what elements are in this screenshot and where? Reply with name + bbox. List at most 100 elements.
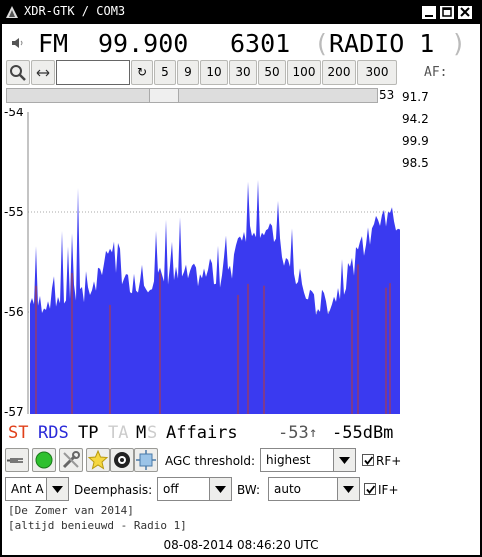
app-window: XDR-GTK / COM3 FM 99.900 6301 ( RADIO 1 … <box>0 0 482 557</box>
main-panel: FM 99.900 6301 ( RADIO 1 ) ↻ 5 9 10 30 5… <box>2 24 480 555</box>
pty-label: Affairs <box>166 423 238 443</box>
deemphasis-select[interactable]: off <box>157 477 232 501</box>
bandwidth-select[interactable]: auto <box>268 477 360 501</box>
step-200-button[interactable]: 200 <box>322 60 356 85</box>
reset-button[interactable]: ↻ <box>131 60 153 85</box>
control-row-agc: AGC threshold: highest RF+ <box>2 446 480 474</box>
signal-trend-arrow: ↑ <box>309 425 318 441</box>
speech-flag: S <box>147 423 158 443</box>
radiotext-line-1: [De Zomer van 2014] <box>8 504 134 517</box>
pattern-button[interactable] <box>134 448 158 472</box>
frequency-display[interactable]: 99.900 <box>98 29 188 59</box>
minimize-button[interactable] <box>421 5 437 20</box>
tuning-toolbar: ↻ 5 9 10 30 50 100 200 300 AF: <box>2 60 480 86</box>
deemphasis-select-value: off <box>163 482 179 496</box>
step-100-button[interactable]: 100 <box>287 60 321 85</box>
speaker-icon[interactable] <box>11 36 25 50</box>
signal-dbm: -55dBm <box>332 423 394 443</box>
band-label[interactable]: FM <box>38 29 68 59</box>
signal-level-short: -53 <box>278 423 309 443</box>
app-icon <box>6 6 18 18</box>
step-9-button[interactable]: 9 <box>177 60 199 85</box>
step-50-button[interactable]: 50 <box>258 60 286 85</box>
magnifier-icon <box>10 65 26 81</box>
search-button[interactable] <box>6 60 30 85</box>
deemphasis-dropdown-arrow[interactable] <box>209 478 231 500</box>
tools-icon <box>62 451 80 469</box>
y-tick-label: -57 <box>4 405 24 418</box>
favorites-button[interactable] <box>86 448 110 472</box>
signal-graph[interactable]: -54 -55 -56 -57 <box>2 108 402 418</box>
chevron-down-icon <box>343 486 354 493</box>
connect-button[interactable] <box>5 448 29 472</box>
rf-plus-checkbox[interactable] <box>362 454 374 466</box>
chevron-down-icon <box>215 486 226 493</box>
window-title: XDR-GTK / COM3 <box>24 4 126 18</box>
ps-bracket-close: ) <box>451 29 467 58</box>
scan-button[interactable] <box>110 448 134 472</box>
signal-handle[interactable] <box>149 89 179 102</box>
agc-dropdown-arrow[interactable] <box>333 449 355 471</box>
signal-scale[interactable] <box>6 88 378 103</box>
maximize-icon <box>442 7 452 17</box>
minimize-icon <box>425 15 433 17</box>
eye-icon <box>114 452 130 468</box>
step-30-button[interactable]: 30 <box>229 60 257 85</box>
agc-select[interactable]: highest <box>260 448 356 472</box>
if-plus-checkbox[interactable] <box>364 483 376 495</box>
rf-plus-label: RF+ <box>376 454 402 468</box>
step-300-button[interactable]: 300 <box>357 60 397 85</box>
agc-label: AGC threshold: <box>165 454 256 468</box>
tp-flag: TP <box>78 423 99 443</box>
af-item[interactable]: 94.2 <box>402 112 429 126</box>
bw-label: BW: <box>237 483 261 497</box>
pi-code: 6301 <box>230 29 291 58</box>
control-row-filters: Ant A Deemphasis: off BW: auto IF+ <box>2 475 480 503</box>
agc-select-value: highest <box>266 453 311 467</box>
rds-flag: RDS <box>38 423 69 443</box>
antenna-select-value: Ant A <box>11 482 44 496</box>
frequency-row: FM 99.900 6301 ( RADIO 1 ) <box>2 26 480 62</box>
left-right-arrow-icon <box>36 69 50 77</box>
antenna-dropdown-arrow[interactable] <box>46 478 68 500</box>
chevron-down-icon <box>339 457 350 464</box>
antenna-pattern-icon <box>136 450 156 470</box>
chevron-down-icon <box>52 486 63 493</box>
check-icon <box>364 456 374 465</box>
ps-bracket-open: ( <box>314 29 330 58</box>
af-item[interactable]: 91.7 <box>402 90 429 104</box>
stereo-flag: ST <box>8 423 29 443</box>
clock-display: 08-08-2014 08:46:20 UTC <box>163 538 319 552</box>
rds-status-row: ST RDS TP TA M S Affairs -53 ↑ -55dBm <box>2 420 480 446</box>
y-tick-label: -54 <box>4 108 24 119</box>
bandwidth-dropdown-arrow[interactable] <box>337 478 359 500</box>
y-tick-label: -55 <box>4 205 24 219</box>
antenna-select[interactable]: Ant A <box>5 477 69 501</box>
plug-icon <box>7 458 23 463</box>
bandwidth-select-value: auto <box>274 482 302 496</box>
ta-flag: TA <box>108 423 129 443</box>
music-flag: M <box>136 423 147 443</box>
title-bar[interactable]: XDR-GTK / COM3 <box>0 0 482 24</box>
af-item[interactable]: 98.5 <box>402 156 429 170</box>
signal-level-value: 53 <box>379 88 395 102</box>
power-button[interactable] <box>32 448 56 472</box>
step-10-button[interactable]: 10 <box>200 60 228 85</box>
green-status-icon <box>35 451 53 469</box>
step-5-button[interactable]: 5 <box>154 60 176 85</box>
radiotext-line-2: [altijd benieuwd - Radio 1] <box>8 519 187 532</box>
y-tick-label: -56 <box>4 305 24 319</box>
settings-button[interactable] <box>59 448 83 472</box>
af-label: AF: <box>424 65 448 80</box>
deemphasis-label: Deemphasis: <box>74 483 153 497</box>
if-plus-label: IF+ <box>378 483 399 497</box>
maximize-button[interactable] <box>439 5 455 20</box>
star-icon <box>87 449 109 470</box>
swap-button[interactable] <box>31 60 55 85</box>
close-button[interactable] <box>457 5 473 20</box>
frequency-input[interactable] <box>56 60 130 85</box>
check-icon <box>366 485 376 494</box>
ps-name: RADIO 1 <box>329 29 435 58</box>
af-item[interactable]: 99.9 <box>402 134 429 148</box>
close-icon <box>460 7 470 17</box>
